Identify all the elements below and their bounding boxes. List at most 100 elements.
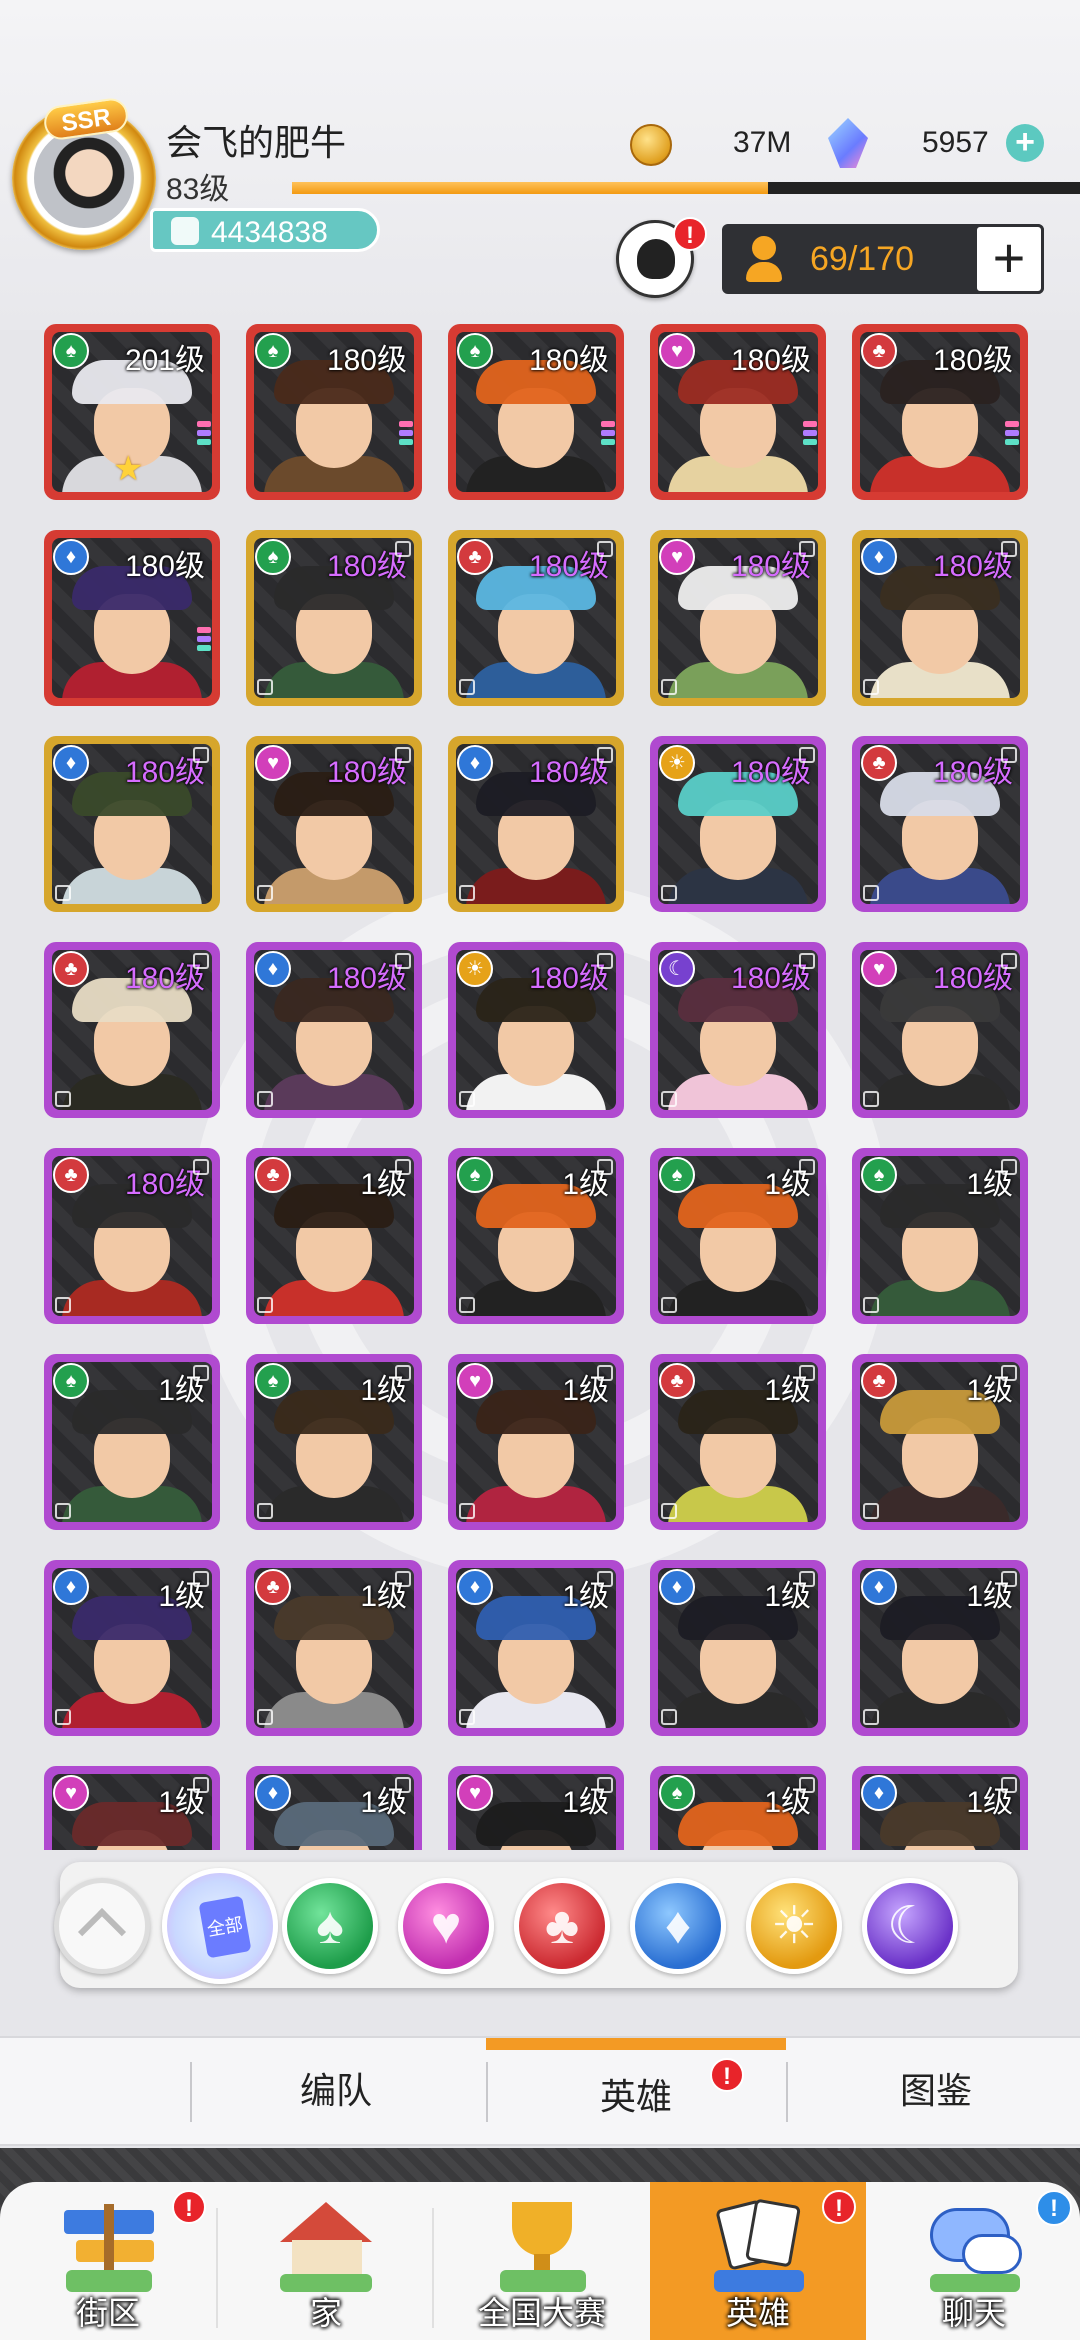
hero-card[interactable]: ♦ 180级 bbox=[44, 736, 220, 912]
hero-card[interactable]: ♦ 180级 bbox=[448, 736, 624, 912]
spade-icon: ♠ bbox=[255, 539, 291, 575]
nav-district[interactable]: 街区 ! bbox=[0, 2182, 216, 2340]
nav-national-contest[interactable]: 全国大赛 bbox=[434, 2182, 650, 2340]
hero-card[interactable]: ♦ 180级 bbox=[852, 530, 1028, 706]
tab-heroes[interactable]: 英雄 ! bbox=[486, 2038, 786, 2144]
hero-card[interactable]: ♦ 1级 bbox=[852, 1766, 1028, 1850]
hero-card[interactable]: ♠ 1级 bbox=[650, 1148, 826, 1324]
hero-card[interactable]: ♥ 180级 bbox=[650, 324, 826, 500]
tab-codex[interactable]: 图鉴 bbox=[786, 2038, 1080, 2144]
club-icon: ♣ bbox=[255, 1569, 291, 1605]
hero-card[interactable]: ♣ 180级 bbox=[852, 324, 1028, 500]
corner-square-icon bbox=[193, 1365, 209, 1381]
filter-moon-button[interactable]: ☾ bbox=[862, 1878, 958, 1974]
hero-card[interactable]: ♣ 1级 bbox=[650, 1354, 826, 1530]
hero-card[interactable]: ♦ 1级 bbox=[650, 1560, 826, 1736]
hero-card[interactable]: ☀ 180级 bbox=[650, 736, 826, 912]
hero-card[interactable]: ♣ 180级 bbox=[852, 736, 1028, 912]
hero-screen: SSR 会飞的肥牛 83级 4434838 37M 5957 + ! 69/17… bbox=[0, 0, 1080, 2340]
chevron-up-icon bbox=[77, 1907, 127, 1957]
hero-cards-icon bbox=[706, 2194, 810, 2294]
corner-square-icon bbox=[661, 1297, 677, 1313]
hero-card[interactable]: ♣ 180级 bbox=[44, 1148, 220, 1324]
hero-card[interactable]: ♥ 1级 bbox=[44, 1766, 220, 1850]
house-icon bbox=[274, 2194, 378, 2294]
corner-square-icon bbox=[257, 885, 273, 901]
hero-card[interactable]: ♠ 1级 bbox=[448, 1148, 624, 1324]
nav-national-contest-label: 全国大赛 bbox=[477, 2295, 606, 2331]
corner-square-icon bbox=[395, 953, 411, 969]
tab-formation[interactable]: 编队 bbox=[186, 2038, 486, 2144]
hero-card[interactable]: ♥ 1级 bbox=[448, 1354, 624, 1530]
nav-district-label: 街区 bbox=[75, 2295, 140, 2331]
corner-square-icon bbox=[799, 1365, 815, 1381]
corner-square-icon bbox=[661, 679, 677, 695]
nav-home[interactable]: 家 bbox=[218, 2182, 434, 2340]
equipment-bars bbox=[601, 421, 615, 448]
nav-heroes[interactable]: 英雄 ! bbox=[650, 2182, 866, 2340]
player-avatar[interactable]: SSR bbox=[4, 96, 164, 258]
corner-square-icon bbox=[1001, 747, 1017, 763]
hero-card[interactable]: ♣ 180级 bbox=[44, 942, 220, 1118]
corner-square-icon bbox=[459, 885, 475, 901]
avatar-portrait bbox=[34, 128, 134, 228]
corner-square-icon bbox=[459, 679, 475, 695]
hero-card[interactable]: ♠ 180级 bbox=[246, 324, 422, 500]
hero-card[interactable]: ♦ 180级 bbox=[44, 530, 220, 706]
hero-card[interactable]: ♣ 180级 bbox=[448, 530, 624, 706]
filter-heart-button[interactable]: ♥ bbox=[398, 1878, 494, 1974]
corner-square-icon bbox=[1001, 1777, 1017, 1793]
hero-card[interactable]: ♠ 1级 bbox=[852, 1148, 1028, 1324]
hero-card[interactable]: ♥ 1级 bbox=[448, 1766, 624, 1850]
heart-icon: ♥ bbox=[659, 333, 695, 369]
hero-card[interactable]: ♠ 1级 bbox=[246, 1354, 422, 1530]
hero-level: 201级 bbox=[124, 344, 205, 377]
hero-card[interactable]: ♦ 1级 bbox=[246, 1766, 422, 1850]
filter-club-button[interactable]: ♣ bbox=[514, 1878, 610, 1974]
alert-badge: ! bbox=[822, 2190, 856, 2224]
hero-card[interactable]: ♦ 180级 bbox=[246, 942, 422, 1118]
add-gems-button[interactable]: + bbox=[1006, 124, 1044, 162]
hero-card[interactable]: ♦ 1级 bbox=[448, 1560, 624, 1736]
hero-card[interactable]: ♠ 201级 ★ bbox=[44, 324, 220, 500]
diamond-icon: ♦ bbox=[457, 745, 493, 781]
hero-card[interactable]: ♠ 180级 bbox=[246, 530, 422, 706]
filter-diamond-button[interactable]: ♦ bbox=[630, 1878, 726, 1974]
filter-sun-button[interactable]: ☀ bbox=[746, 1878, 842, 1974]
hero-card[interactable]: ♠ 1级 bbox=[44, 1354, 220, 1530]
hero-card[interactable]: ♥ 180级 bbox=[852, 942, 1028, 1118]
collapse-filter-button[interactable] bbox=[54, 1878, 150, 1974]
hero-card[interactable]: ☾ 180级 bbox=[650, 942, 826, 1118]
all-cards-icon: 全部 bbox=[198, 1895, 252, 1959]
hero-level: 180级 bbox=[124, 550, 205, 583]
hero-card[interactable]: ♦ 1级 bbox=[852, 1560, 1028, 1736]
hero-card[interactable]: ♦ 1级 bbox=[44, 1560, 220, 1736]
hero-card[interactable]: ♣ 1级 bbox=[246, 1560, 422, 1736]
corner-square-icon bbox=[459, 1297, 475, 1313]
filter-all-button[interactable]: 全部 bbox=[162, 1868, 278, 1984]
expand-capacity-button[interactable]: + bbox=[974, 224, 1044, 294]
club-icon: ♣ bbox=[255, 1157, 291, 1193]
corner-square-icon bbox=[597, 1571, 613, 1587]
corner-square-icon bbox=[661, 1709, 677, 1725]
mentor-notice-button[interactable]: ! bbox=[616, 217, 707, 298]
nav-chat[interactable]: 聊天 ! bbox=[866, 2182, 1080, 2340]
corner-square-icon bbox=[597, 747, 613, 763]
coin-balance: 37M bbox=[733, 126, 792, 159]
hero-card[interactable]: ♠ 1级 bbox=[650, 1766, 826, 1850]
hero-card[interactable]: ♥ 180级 bbox=[246, 736, 422, 912]
corner-square-icon bbox=[1001, 1365, 1017, 1381]
hero-level: 180级 bbox=[932, 344, 1013, 377]
corner-square-icon bbox=[661, 1503, 677, 1519]
filter-spade-button[interactable]: ♠ bbox=[282, 1878, 378, 1974]
corner-square-icon bbox=[597, 1365, 613, 1381]
hero-card[interactable]: ♣ 1级 bbox=[246, 1148, 422, 1324]
corner-square-icon bbox=[799, 747, 815, 763]
hero-card[interactable]: ☀ 180级 bbox=[448, 942, 624, 1118]
hero-card[interactable]: ♥ 180级 bbox=[650, 530, 826, 706]
hero-grid-area[interactable]: ♠ 201级 ★ ♠ 180级 ♠ 180级 ♥ 180级 ♣ 180级 ♦ 180级 ♠ 180级 ♣ 180… bbox=[0, 320, 1080, 1850]
hero-card[interactable]: ♣ 1级 bbox=[852, 1354, 1028, 1530]
hero-capacity-count: 69/170 bbox=[810, 240, 914, 278]
hero-card[interactable]: ♠ 180级 bbox=[448, 324, 624, 500]
corner-square-icon bbox=[395, 541, 411, 557]
